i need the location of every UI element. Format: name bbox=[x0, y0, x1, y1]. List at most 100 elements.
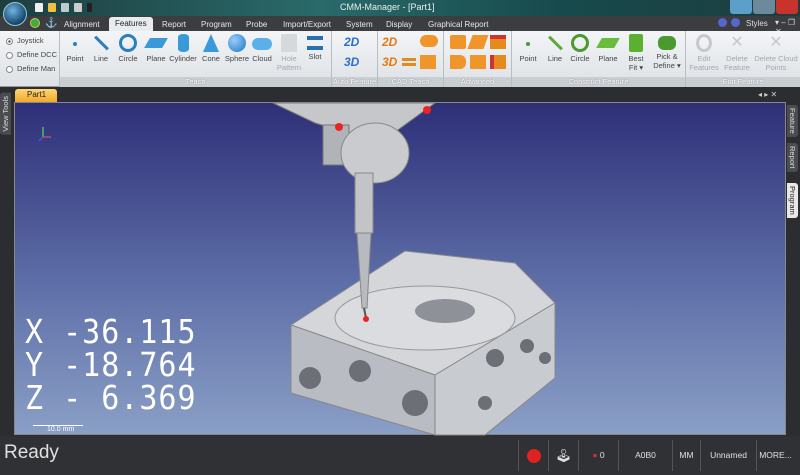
tab-display[interactable]: Display bbox=[380, 18, 418, 31]
more-button[interactable]: MORE... bbox=[756, 440, 794, 471]
cad-3d-button[interactable]: 3D bbox=[382, 55, 397, 69]
teach-group: Point Line Circle Plane Cylinder Cone Sp… bbox=[60, 31, 332, 87]
tab-program[interactable]: Program bbox=[195, 18, 238, 31]
new-icon[interactable] bbox=[35, 3, 43, 12]
cad-cloud-icon[interactable] bbox=[420, 35, 438, 47]
save-icon[interactable] bbox=[61, 3, 69, 12]
tab-alignment[interactable]: Alignment bbox=[58, 18, 106, 31]
plane-icon bbox=[144, 38, 168, 48]
green-icon[interactable] bbox=[30, 18, 40, 28]
advanced-icon-6[interactable] bbox=[490, 55, 506, 69]
tab-system[interactable]: System bbox=[340, 18, 379, 31]
teach-plane-button[interactable]: Plane bbox=[144, 34, 168, 63]
open-icon[interactable] bbox=[48, 3, 56, 12]
auto-feature-group: 2D 3D Auto Feature bbox=[332, 31, 378, 87]
teach-cone-button[interactable]: Cone bbox=[200, 34, 222, 63]
auto-2d-button[interactable]: 2D bbox=[344, 35, 359, 49]
teach-sphere-button[interactable]: Sphere bbox=[224, 34, 250, 63]
sphere-icon bbox=[228, 34, 246, 52]
cad-hole-pattern-icon[interactable] bbox=[420, 55, 436, 69]
construct-line-button[interactable]: Line bbox=[544, 34, 566, 63]
point-icon bbox=[526, 42, 530, 46]
tab-import-export[interactable]: Import/Export bbox=[277, 18, 337, 31]
teach-line-button[interactable]: Line bbox=[90, 34, 112, 63]
cad-2d-button[interactable]: 2D bbox=[382, 35, 397, 49]
define-dcc-radio[interactable]: Define DCC bbox=[6, 50, 57, 59]
window-title: CMM-Manager - [Part1] bbox=[340, 2, 435, 12]
construct-circle-button[interactable]: Circle bbox=[568, 34, 592, 63]
construct-point-button[interactable]: Point bbox=[516, 34, 540, 63]
program-tab[interactable]: Program bbox=[787, 183, 798, 218]
tab-graphical-report[interactable]: Graphical Report bbox=[422, 18, 494, 31]
teach-cylinder-button[interactable]: Cylinder bbox=[168, 34, 198, 63]
advanced-icon-2[interactable] bbox=[467, 35, 489, 49]
teach-slot-button[interactable]: Slot bbox=[304, 34, 326, 61]
app-menu-button[interactable] bbox=[3, 2, 27, 26]
anchor-icon[interactable]: ⚓ bbox=[45, 18, 57, 29]
joystick-radio[interactable]: Joystick bbox=[6, 36, 44, 45]
auto-feature-label: Auto Feature bbox=[332, 77, 377, 87]
auto-3d-button[interactable]: 3D bbox=[344, 55, 359, 69]
report-tab[interactable]: Report bbox=[787, 143, 798, 172]
view-tools-tab[interactable]: View Tools bbox=[0, 93, 11, 135]
advanced-icon-1[interactable] bbox=[450, 35, 466, 49]
edit-group: Edit Features ✕ Delete Feature ✕ Delete Cl… bbox=[686, 31, 800, 87]
title-bar: CMM-Manager - [Part1] bbox=[0, 0, 800, 16]
document-tab-part1[interactable]: Part1 bbox=[15, 89, 57, 102]
status-bar: Ready 🕹 ● 0 A0B0 MM Unnamed MORE... bbox=[0, 436, 800, 475]
delete-icon: ✕ bbox=[730, 34, 744, 51]
construct-plane-button[interactable]: Plane bbox=[596, 34, 620, 63]
close-button[interactable] bbox=[776, 0, 798, 14]
probe-icon: ● bbox=[592, 450, 598, 460]
cad-teach-label: CAD Teach bbox=[378, 77, 443, 87]
tip-status[interactable]: A0B0 bbox=[618, 440, 672, 471]
units-status[interactable]: MM bbox=[672, 440, 700, 471]
advanced-icon-4[interactable] bbox=[450, 55, 466, 69]
print-icon[interactable] bbox=[74, 3, 82, 12]
probe-status[interactable]: ● 0 bbox=[578, 440, 618, 471]
pick-define-button[interactable]: Pick & Define ▾ bbox=[650, 34, 684, 70]
delete-cloud-icon: ✕ bbox=[769, 34, 783, 51]
teach-circle-button[interactable]: Circle bbox=[116, 34, 140, 63]
joystick-button[interactable]: 🕹 bbox=[548, 440, 578, 471]
teach-cloud-button[interactable]: Cloud bbox=[250, 34, 274, 63]
z-readout: Z - 6.369 bbox=[25, 379, 197, 418]
tab-probe[interactable]: Probe bbox=[240, 18, 273, 31]
part-model bbox=[289, 250, 556, 436]
cad-teach-group: 2D 3D CAD Teach bbox=[378, 31, 444, 87]
info-icon[interactable] bbox=[731, 18, 740, 27]
edit-label: Edit Feature bbox=[686, 77, 800, 87]
edit-icon bbox=[696, 34, 712, 52]
3d-viewport[interactable]: X -36.115 Y -18.764 Z - 6.369 10.0 mm bbox=[14, 102, 786, 436]
help-icon[interactable] bbox=[718, 18, 727, 27]
cad-slot-icon[interactable] bbox=[402, 58, 416, 66]
name-status[interactable]: Unnamed bbox=[700, 440, 756, 471]
best-fit-button[interactable]: Best Fit ▾ bbox=[624, 34, 648, 72]
delete-feature-button[interactable]: ✕ Delete Feature bbox=[722, 34, 752, 72]
mode-group: Joystick Define DCC Define Man bbox=[0, 31, 60, 87]
advanced-icon-3[interactable] bbox=[490, 35, 506, 49]
construct-label: Construct Feature bbox=[512, 77, 685, 87]
probe-icon[interactable] bbox=[87, 3, 92, 12]
styles-menu[interactable]: Styles bbox=[746, 19, 768, 28]
advanced-group: Advanced bbox=[444, 31, 512, 87]
edit-features-button[interactable]: Edit Features bbox=[688, 34, 720, 72]
circle-icon bbox=[571, 34, 589, 52]
plane-icon bbox=[596, 38, 620, 48]
axis-triad-icon bbox=[38, 127, 51, 142]
pick-define-icon bbox=[658, 36, 676, 50]
status-text: Ready bbox=[4, 442, 59, 463]
teach-point-button[interactable]: Point bbox=[64, 34, 86, 63]
slot-icon bbox=[307, 36, 323, 50]
advanced-icon-5[interactable] bbox=[470, 55, 486, 69]
tab-report[interactable]: Report bbox=[156, 18, 192, 31]
feature-tab[interactable]: Feature bbox=[787, 105, 798, 137]
emergency-stop-button[interactable] bbox=[518, 440, 548, 471]
minimize-button[interactable] bbox=[730, 0, 752, 14]
maximize-button[interactable] bbox=[753, 0, 775, 14]
define-man-radio[interactable]: Define Man bbox=[6, 64, 55, 73]
delete-cloud-points-button[interactable]: ✕ Delete Cloud Points bbox=[754, 34, 798, 72]
tab-features[interactable]: Features bbox=[109, 17, 153, 31]
teach-hole-pattern-button[interactable]: Hole Pattern bbox=[276, 34, 302, 72]
document-tab-controls[interactable]: ◂ ▸ ✕ bbox=[758, 90, 777, 99]
